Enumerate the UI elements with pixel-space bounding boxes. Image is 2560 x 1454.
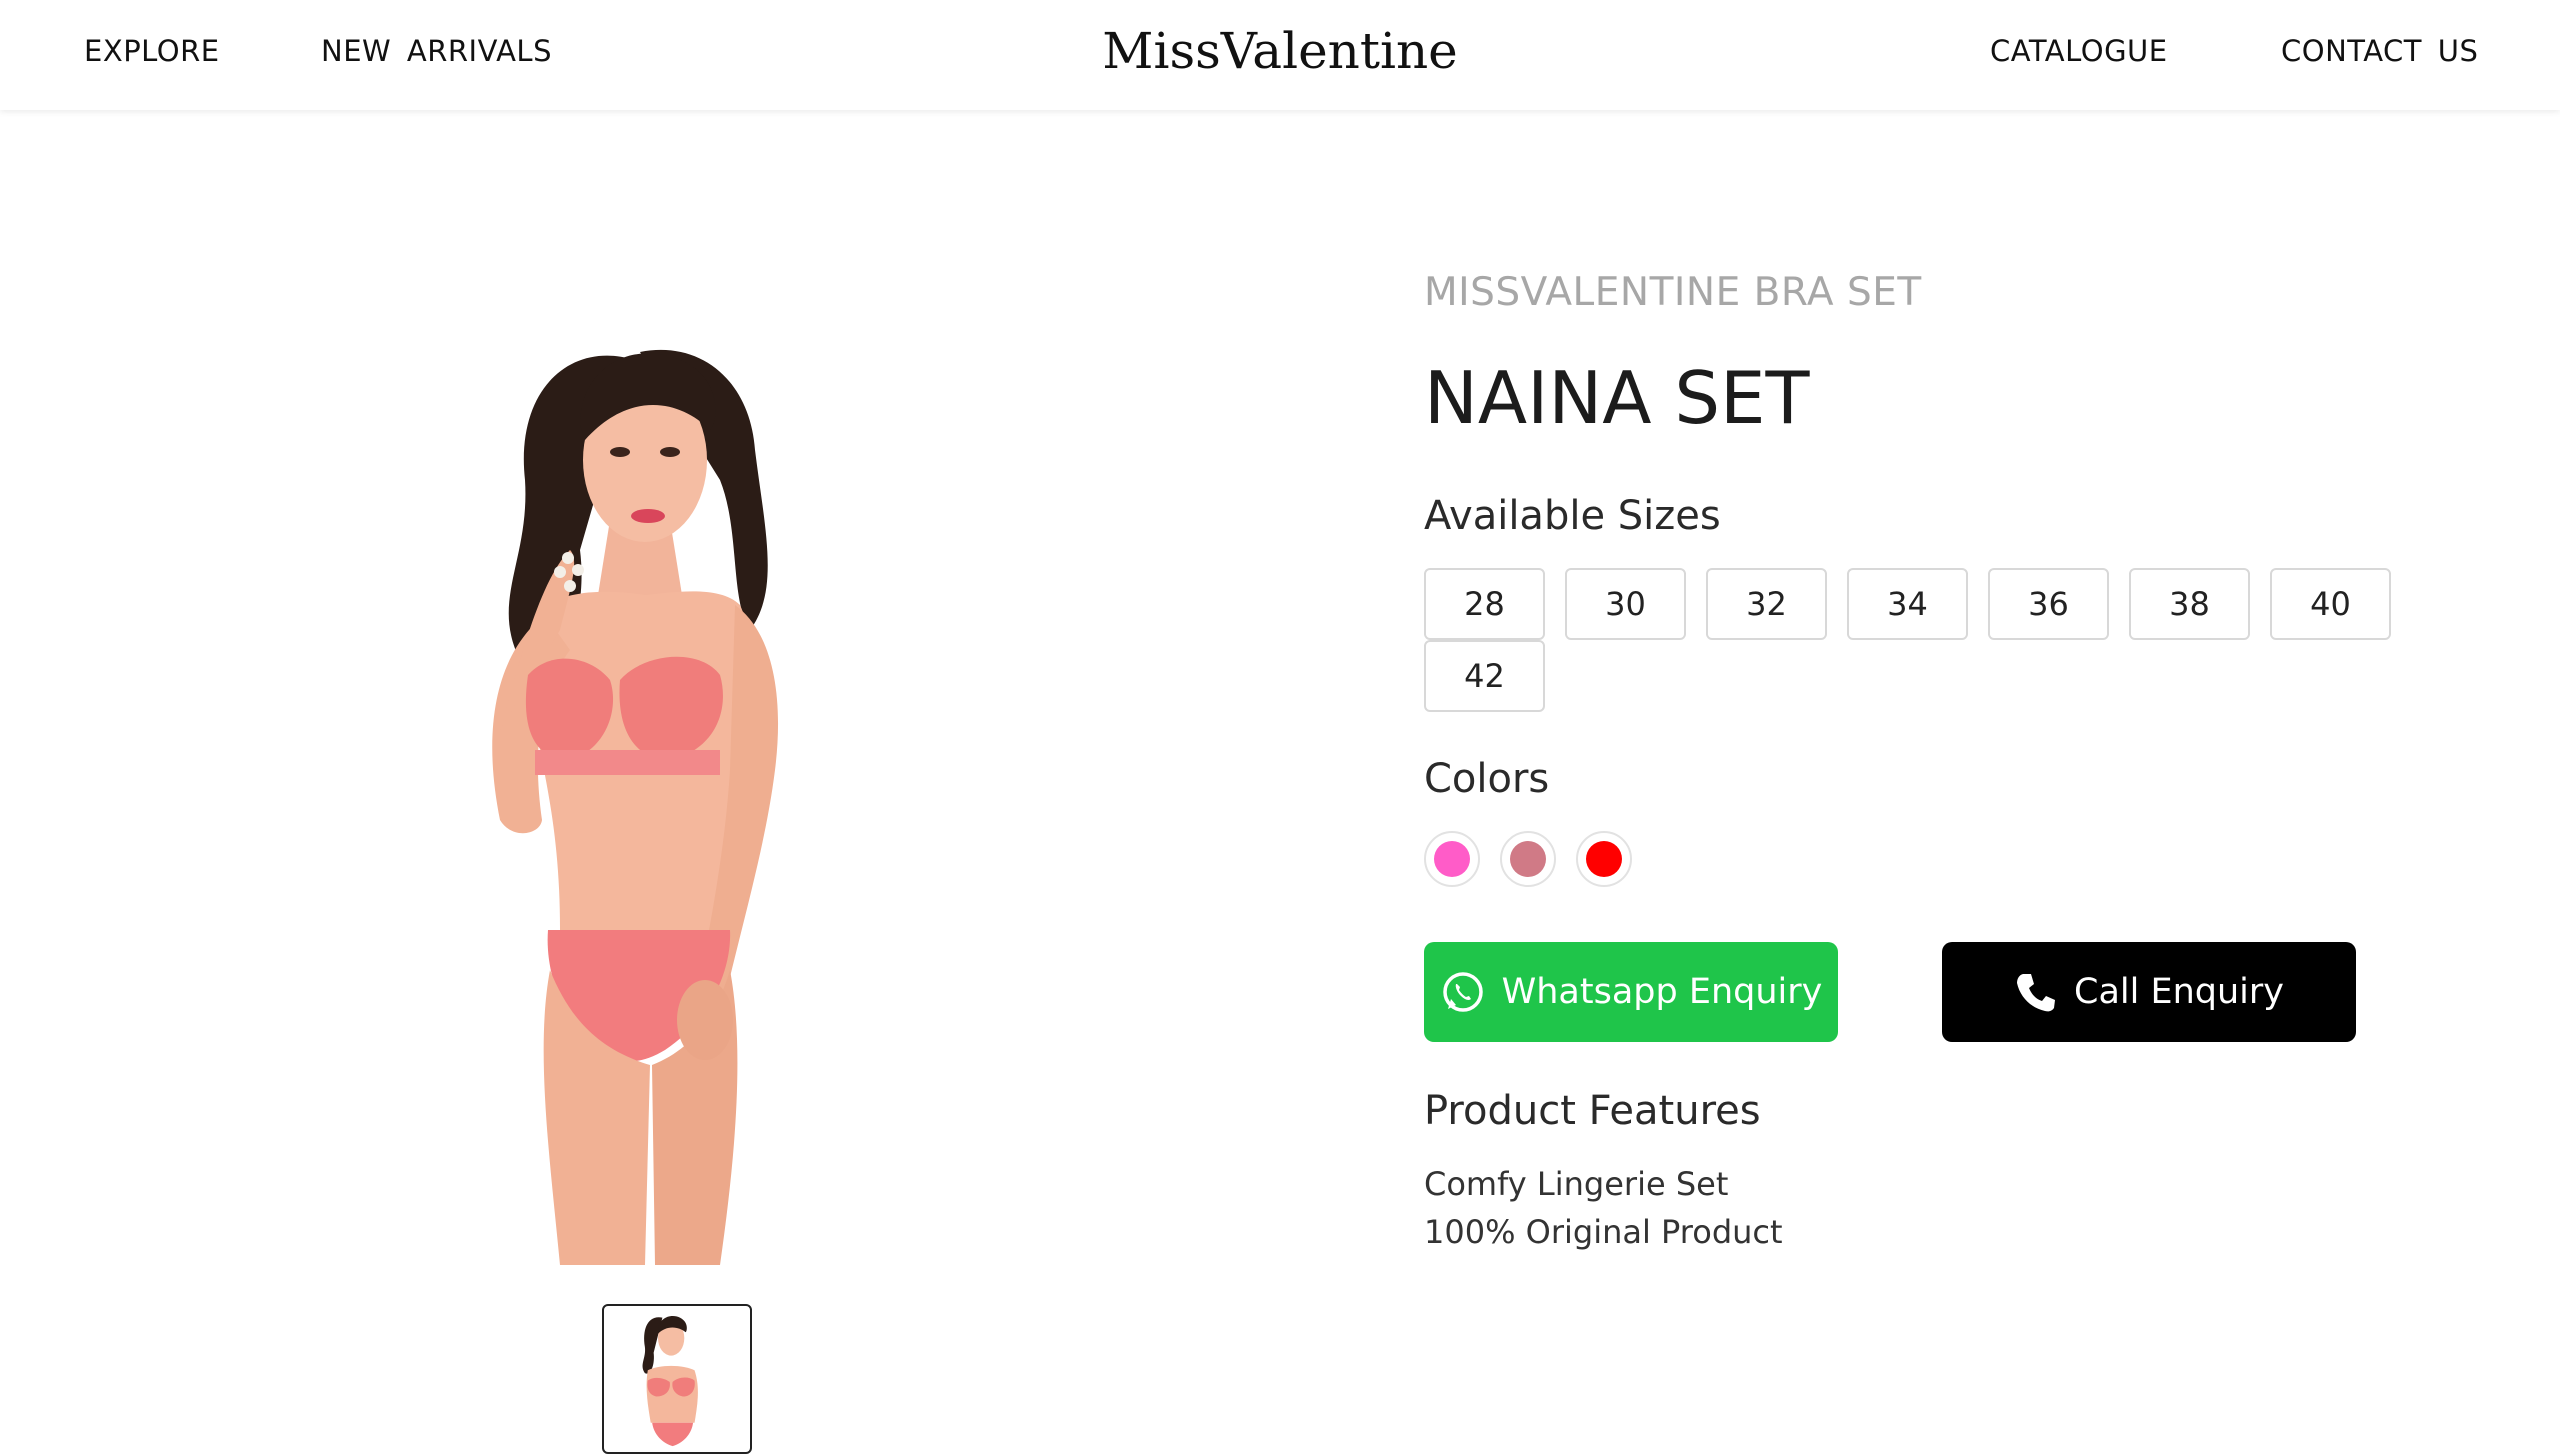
site-header: EXPLORE NEW ARRIVALS MissValentine CATAL…: [0, 0, 2560, 110]
product-brand-line: MISSVALENTINE BRA SET: [1424, 270, 1922, 315]
product-title: NAINA SET: [1424, 356, 1810, 440]
whatsapp-enquiry-label: Whatsapp Enquiry: [1501, 972, 1823, 1012]
size-option-32[interactable]: 32: [1706, 568, 1827, 640]
size-option-42[interactable]: 42: [1424, 640, 1545, 712]
feature-item: Comfy Lingerie Set: [1424, 1165, 1729, 1203]
nav-contact-us[interactable]: CONTACT US: [2281, 34, 2478, 68]
product-main-image: [492, 349, 779, 1265]
nav-explore[interactable]: EXPLORE: [84, 34, 220, 68]
color-dot: [1510, 841, 1546, 877]
color-dot: [1586, 841, 1622, 877]
colors-heading: Colors: [1424, 756, 1550, 802]
color-swatch-pink[interactable]: [1424, 831, 1480, 887]
size-option-28[interactable]: 28: [1424, 568, 1545, 640]
size-option-34[interactable]: 34: [1847, 568, 1968, 640]
brand-logo[interactable]: MissValentine: [1102, 22, 1458, 80]
color-swatch-red[interactable]: [1576, 831, 1632, 887]
whatsapp-icon: [1440, 969, 1486, 1015]
phone-icon: [2014, 970, 2058, 1014]
call-enquiry-label: Call Enquiry: [2074, 972, 2284, 1012]
size-option-30[interactable]: 30: [1565, 568, 1686, 640]
size-option-40[interactable]: 40: [2270, 568, 2391, 640]
size-option-36[interactable]: 36: [1988, 568, 2109, 640]
size-option-38[interactable]: 38: [2129, 568, 2250, 640]
call-enquiry-button[interactable]: Call Enquiry: [1942, 942, 2356, 1042]
color-dot: [1434, 841, 1470, 877]
thumbnail-image: [642, 1316, 698, 1447]
product-thumbnail[interactable]: [602, 1304, 752, 1454]
whatsapp-enquiry-button[interactable]: Whatsapp Enquiry: [1424, 942, 1838, 1042]
feature-item: 100% Original Product: [1424, 1213, 1783, 1251]
sizes-heading: Available Sizes: [1424, 493, 1721, 539]
color-swatch-rose[interactable]: [1500, 831, 1556, 887]
nav-catalogue[interactable]: CATALOGUE: [1990, 34, 2168, 68]
nav-new-arrivals[interactable]: NEW ARRIVALS: [321, 34, 552, 68]
features-heading: Product Features: [1424, 1088, 1761, 1134]
